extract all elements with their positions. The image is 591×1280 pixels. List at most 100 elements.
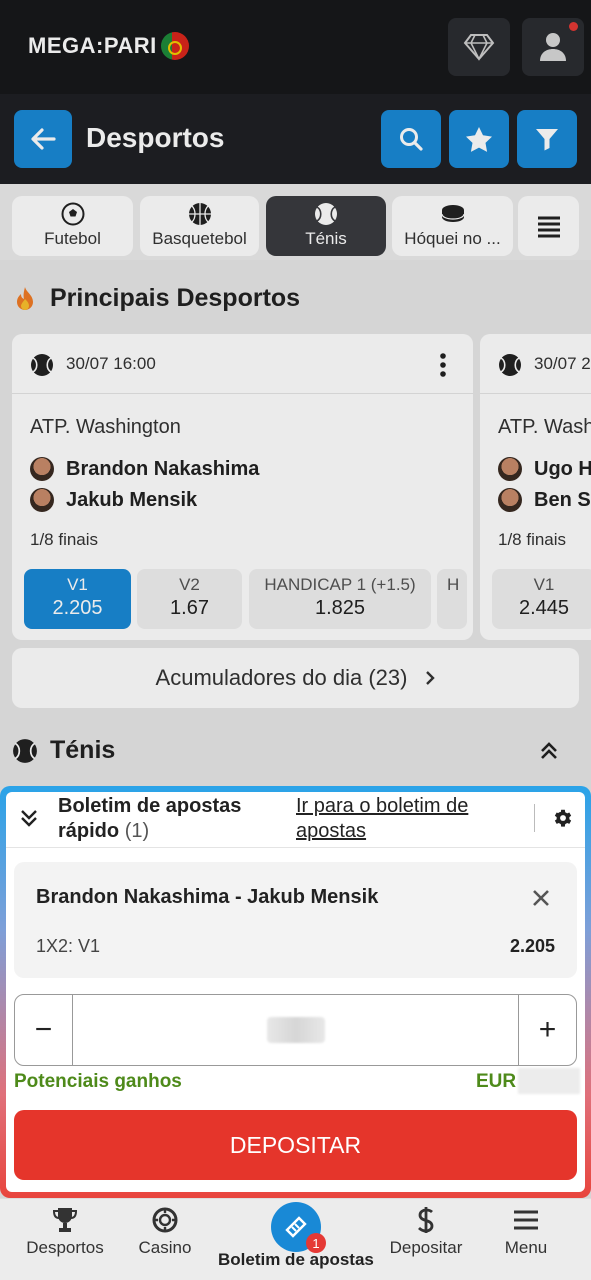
search-button[interactable] (381, 110, 441, 168)
player-avatar (498, 488, 522, 512)
nav-label: Depositar (389, 1238, 463, 1257)
match-datetime: 30/07 2 (534, 354, 591, 373)
match-datetime: 30/07 16:00 (66, 354, 156, 373)
currency-label: EUR (476, 1071, 517, 1092)
player-name: Ben Sh (534, 488, 591, 511)
player-name: Brandon Nakashima (66, 457, 260, 480)
tab-label: Futebol (44, 229, 101, 248)
bet-slip-header: Boletim de apostas rápido (1) Ir para o … (6, 792, 585, 848)
player-avatar (498, 457, 522, 481)
accumulators-label: Acumuladores do dia (23) (155, 665, 408, 690)
star-icon (466, 126, 492, 152)
bet-slip-title-line2: rápido (58, 820, 120, 842)
bet-count: (1) (124, 820, 150, 842)
nav-deposit[interactable]: Depositar (386, 1206, 466, 1258)
bet-item: Brandon Nakashima - Jakub Mensik 1X2: V1… (14, 862, 577, 978)
link-line1: Ir para o boletim de (296, 795, 469, 817)
tab-hoquei[interactable]: Hóquei no ... (392, 196, 513, 256)
soccer-ball-icon (61, 202, 84, 226)
tennis-ball-icon (499, 354, 521, 376)
user-icon (540, 33, 566, 61)
nav-label: Menu (504, 1238, 548, 1257)
tab-tenis[interactable]: Ténis (266, 196, 386, 256)
odd-name: V1 (533, 575, 555, 594)
quick-bet-slip: Boletim de apostas rápido (1) Ir para o … (6, 792, 585, 1192)
match-card[interactable]: 30/07 2 ATP. Wash Ugo H Ben Sh 1/8 finai… (480, 334, 591, 640)
poker-chip-icon (152, 1207, 178, 1233)
link-line2: apostas (296, 820, 367, 842)
fire-icon (17, 286, 33, 310)
tennis-ball-icon (315, 203, 337, 225)
odd-name: H (447, 575, 460, 594)
nav-sports[interactable]: Desportos (22, 1206, 108, 1258)
go-to-bet-slip-link[interactable]: Ir para o boletim de apostas (296, 794, 468, 844)
profile-button[interactable] (522, 18, 584, 76)
nav-betslip-label[interactable]: Boletim de apostas (218, 1250, 374, 1270)
odd-value: 2.445 (518, 597, 570, 619)
top-sports-heading: Principais Desportos (14, 284, 300, 313)
arrow-left-icon (31, 128, 56, 150)
odd-button-handicap[interactable]: HANDICAP 1 (+1.5) 1.825 (249, 569, 431, 629)
tab-label: Ténis (305, 229, 347, 248)
megapari-logo[interactable]: MEGA:PARI (28, 30, 189, 62)
tab-futebol[interactable]: Futebol (12, 196, 133, 256)
dollar-icon (418, 1207, 434, 1233)
odd-value: 2.205 (52, 597, 103, 619)
bet-match: Brandon Nakashima - Jakub Mensik (36, 886, 379, 908)
filter-button[interactable] (517, 110, 577, 168)
bet-slip-title-line1: Boletim de apostas (58, 795, 242, 817)
more-vertical-icon[interactable] (439, 352, 447, 378)
match-card[interactable]: 30/07 16:00 ATP. Washington Brandon Naka… (12, 334, 473, 640)
player-name: Ugo H (534, 457, 591, 480)
player-avatar (30, 457, 54, 481)
divider (534, 804, 535, 832)
favorites-button[interactable] (449, 110, 509, 168)
section-title-text: Principais Desportos (50, 284, 301, 312)
odd-button-v2[interactable]: V2 1.67 (137, 569, 242, 629)
potential-winnings-value (518, 1068, 580, 1094)
back-button[interactable] (14, 110, 72, 168)
logo-text: MEGA:PARI (28, 33, 157, 58)
diamond-icon (463, 34, 495, 61)
odd-name: V2 (179, 575, 200, 594)
section-title-text: Ténis (50, 736, 116, 764)
tab-label: Hóquei no ... (404, 229, 501, 248)
odd-value: 1.67 (170, 597, 209, 619)
accumulators-button[interactable]: Acumuladores do dia (23) (12, 648, 579, 708)
league-name: ATP. Washington (30, 416, 181, 438)
collapse-down-icon[interactable] (20, 808, 38, 828)
odd-button-v1[interactable]: V1 2.445 (492, 569, 591, 629)
player-row: Jakub Mensik (30, 488, 197, 512)
trophy-icon (52, 1208, 78, 1232)
nav-label: Desportos (26, 1238, 104, 1257)
tab-basquetebol[interactable]: Basquetebol (140, 196, 259, 256)
hamburger-menu-icon (514, 1210, 538, 1230)
notification-dot (569, 22, 578, 31)
odd-button-v1[interactable]: V1 2.205 (24, 569, 131, 629)
bet-odd: 2.205 (509, 936, 555, 956)
vip-diamond-button[interactable] (448, 18, 510, 76)
chevron-right-icon (426, 671, 436, 685)
portugal-flag-icon (160, 32, 189, 60)
nav-menu[interactable]: Menu (496, 1206, 556, 1258)
stake-stepper: − + (14, 994, 577, 1066)
filter-icon (536, 129, 558, 151)
tennis-section-heading[interactable]: Ténis (12, 736, 115, 765)
gear-icon[interactable] (552, 807, 574, 829)
close-icon[interactable] (532, 889, 550, 907)
basketball-icon (188, 203, 211, 225)
deposit-button[interactable]: DEPOSITAR (14, 1110, 577, 1180)
tab-label: Basquetebol (152, 229, 247, 248)
all-sports-menu-button[interactable] (518, 196, 579, 256)
player-name: Jakub Mensik (66, 488, 198, 511)
collapse-up-icon[interactable] (540, 742, 558, 760)
potential-winnings-label: Potenciais ganhos (14, 1071, 182, 1092)
page-title: Desportos (86, 122, 225, 153)
nav-casino[interactable]: Casino (130, 1206, 200, 1258)
decrease-stake-button[interactable]: − (15, 995, 73, 1065)
search-icon (400, 128, 423, 151)
stake-amount-input[interactable] (267, 1017, 325, 1043)
odd-button-partial[interactable]: H (437, 569, 467, 629)
bet-type: 1X2: V1 (36, 936, 101, 956)
increase-stake-button[interactable]: + (518, 995, 576, 1065)
